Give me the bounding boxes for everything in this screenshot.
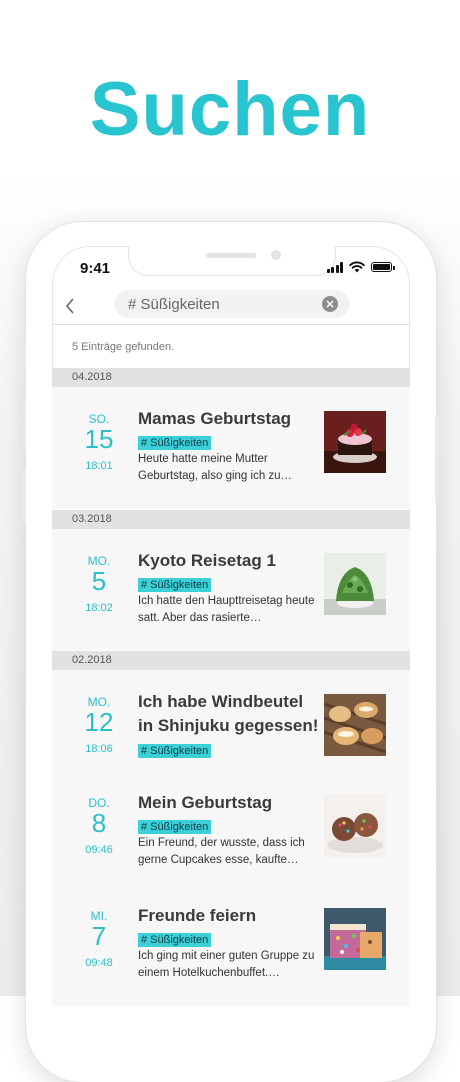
cellular-signal-icon xyxy=(326,261,343,273)
phone-notch xyxy=(128,246,336,276)
entry-day: 7 xyxy=(91,921,107,951)
entry-day: 15 xyxy=(84,424,114,454)
phone-volume-up xyxy=(22,395,26,451)
header-divider xyxy=(52,324,410,325)
entry-tag[interactable]: # Süßigkeiten xyxy=(138,744,212,758)
phone-side-button xyxy=(22,345,26,373)
entry-title: Mein Geburtstag xyxy=(138,793,273,812)
entry-tag[interactable]: # Süßigkeiten xyxy=(138,436,212,450)
status-icons xyxy=(326,261,395,273)
entry-day: 12 xyxy=(84,707,114,737)
entry-day: 5 xyxy=(91,566,107,596)
entry-time: 09:48 xyxy=(85,957,113,969)
entry-title: Freunde feiern xyxy=(138,906,257,925)
entry-excerpt: Ein Freund, der wusste, dass ich gerne C… xyxy=(138,837,305,866)
entry-title-line1: Ich habe Windbeutel xyxy=(138,692,304,711)
search-box[interactable] xyxy=(114,290,350,318)
list-item[interactable]: MO. 12 18:06 Ich habe Windbeutel in Shin… xyxy=(52,670,410,770)
front-camera xyxy=(271,250,281,260)
back-button[interactable] xyxy=(58,294,82,318)
results-count: 5 Einträge gefunden. xyxy=(72,341,175,353)
entry-time: 18:01 xyxy=(85,460,113,472)
list-item[interactable]: DO. 8 09:46 Mein Geburtstag # Süßigkeite… xyxy=(52,770,410,882)
list-item[interactable]: MO. 5 18:02 Kyoto Reisetag 1 # Süßigkeit… xyxy=(52,529,410,650)
cake-buffet-photo xyxy=(324,908,386,970)
entry-time: 18:02 xyxy=(85,602,113,614)
entry-title: Mamas Geburtstag xyxy=(138,409,292,428)
entry-time: 09:46 xyxy=(85,844,113,856)
entry-excerpt: Ich ging mit einer guten Gruppe zu einem… xyxy=(138,950,315,979)
battery-icon xyxy=(371,262,395,272)
shaved-ice-photo xyxy=(324,553,386,615)
list-item[interactable]: SO. 15 18:01 Mamas Geburtstag # Süßigkei… xyxy=(52,387,410,509)
clear-search-button[interactable] xyxy=(322,296,338,312)
month-header: 03.2018 xyxy=(52,510,410,529)
entry-tag[interactable]: # Süßigkeiten xyxy=(138,578,212,592)
speaker-grille xyxy=(206,253,256,258)
entry-time: 18:06 xyxy=(85,743,113,755)
close-icon xyxy=(326,300,334,308)
search-input[interactable] xyxy=(128,295,308,313)
entry-title-line2: in Shinjuku gegessen! xyxy=(138,716,319,735)
cupcakes-photo xyxy=(324,795,386,857)
entry-excerpt: Ich hatte den Haupttreisetag heute satt.… xyxy=(138,595,315,624)
month-header: 04.2018 xyxy=(52,368,410,387)
app-screen: 9:41 5 Einträge gefunden. 04.2018 SO. 15… xyxy=(52,246,410,1006)
cake-photo xyxy=(324,411,386,473)
entry-title: Kyoto Reisetag 1 xyxy=(138,551,276,570)
chevron-left-icon xyxy=(65,298,74,314)
month-header: 02.2018 xyxy=(52,651,410,670)
phone-volume-down xyxy=(22,468,26,524)
entry-tag[interactable]: # Süßigkeiten xyxy=(138,933,212,947)
entry-tag[interactable]: # Süßigkeiten xyxy=(138,820,212,834)
cream-puffs-photo xyxy=(324,694,386,756)
entry-day: 8 xyxy=(91,808,107,838)
entry-excerpt: Heute hatte meine Mutter Geburtstag, als… xyxy=(138,453,293,482)
list-item[interactable]: MI. 7 09:48 Freunde feiern # Süßigkeiten… xyxy=(52,882,410,1006)
hero-title: Suchen xyxy=(89,67,371,152)
wifi-icon xyxy=(349,261,365,273)
status-time: 9:41 xyxy=(80,260,111,277)
phone-power-button xyxy=(435,415,439,503)
